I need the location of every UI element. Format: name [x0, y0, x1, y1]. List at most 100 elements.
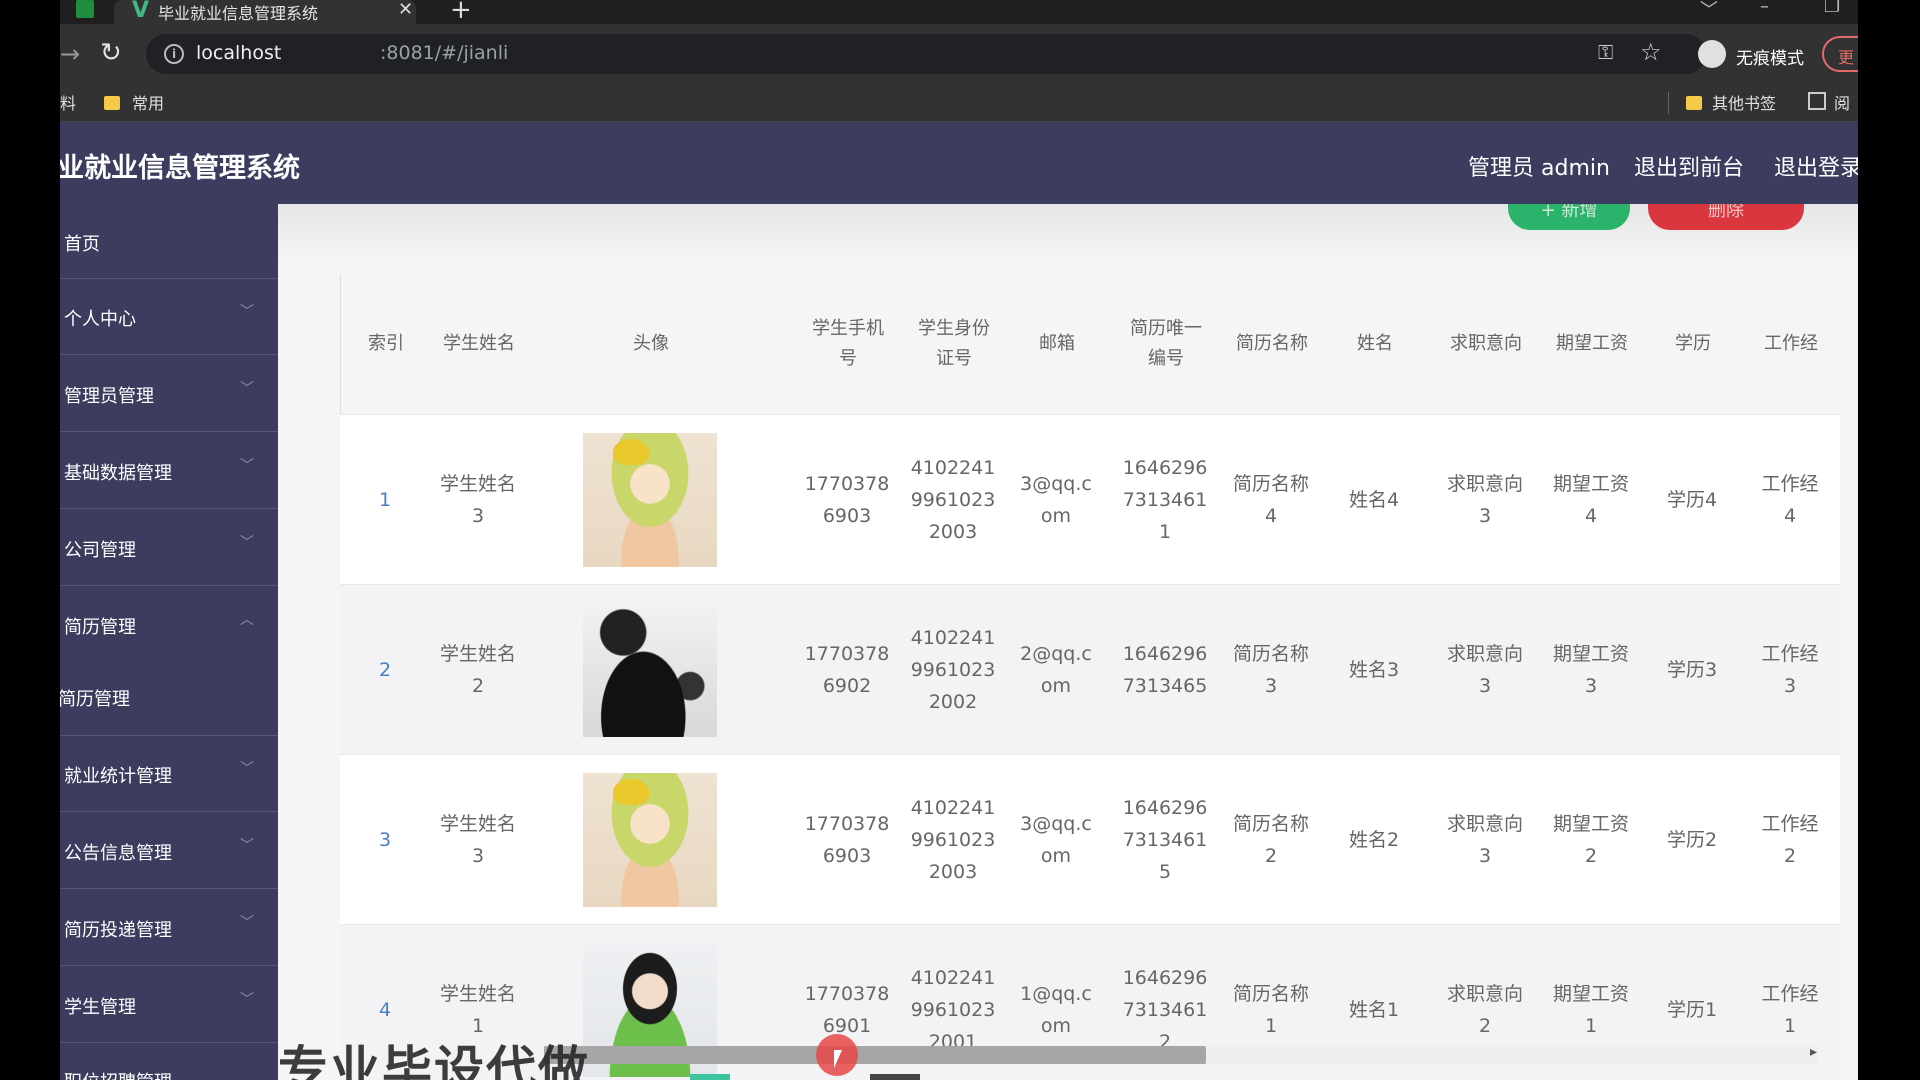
cell-name: 姓名2	[1348, 829, 1400, 851]
logout-link[interactable]: 退出登录	[1774, 150, 1858, 182]
column-header[interactable]: 学历	[1653, 274, 1733, 414]
bookmark-star-icon[interactable]: ☆	[1640, 38, 1662, 66]
close-tab-icon[interactable]: ✕	[398, 0, 413, 20]
avatar	[583, 773, 717, 907]
avatar	[583, 433, 717, 567]
cell-student-name: 学生姓名 2	[439, 643, 516, 697]
incognito-label: 无痕模式	[1736, 49, 1804, 69]
chevron-down-icon: ﹀	[240, 535, 254, 551]
incognito-icon[interactable]	[1698, 40, 1726, 68]
sidebar-item-profile[interactable]: 个人中心 ﹀	[60, 279, 278, 355]
scrollbar-thumb[interactable]	[544, 1046, 1206, 1064]
sidebar-item-label: 简历管理	[60, 689, 130, 710]
url-input[interactable]: i localhost :8081/#/jianli ⚿ ☆	[146, 34, 1706, 74]
column-header[interactable]: 头像	[611, 274, 691, 414]
cell-id-card: 4102241 9961023 2002	[910, 627, 996, 713]
column-header[interactable]: 邮箱	[1017, 274, 1097, 414]
cell-phone: 1770378 6902	[804, 643, 890, 697]
cell-avatar	[580, 415, 720, 585]
bookmark-other[interactable]: 其他书签	[1712, 90, 1776, 114]
column-header[interactable]: 学生姓名	[429, 274, 529, 414]
minimize-icon[interactable]: –	[1760, 0, 1769, 17]
sidebar-item-home[interactable]: 首页	[60, 204, 278, 279]
row-index[interactable]: 2	[360, 585, 410, 755]
chevron-down-icon: ﹀	[240, 992, 254, 1008]
add-button[interactable]: + 新增	[1508, 204, 1630, 230]
column-header[interactable]: 简历唯一 编号	[1121, 274, 1211, 414]
chevron-down-icon: ﹀	[240, 381, 254, 397]
tab-search-icon[interactable]: ﹀	[1700, 0, 1718, 22]
cell-student-name: 学生姓名 3	[439, 813, 516, 867]
cell-avatar	[580, 585, 720, 755]
sidebar-item-jobs[interactable]: 职位招聘管理	[60, 1044, 278, 1080]
column-header[interactable]: 求职意向	[1441, 274, 1531, 414]
avatar	[583, 603, 717, 737]
forward-icon[interactable]: →	[60, 40, 80, 68]
cell-salary: 期望工资 2	[1552, 813, 1629, 867]
sidebar-item-basic-data[interactable]: 基础数据管理 ﹀	[60, 433, 278, 509]
url-host: localhost	[196, 42, 282, 64]
key-icon[interactable]: ⚿	[1598, 40, 1613, 64]
table-row[interactable]: 1 学生姓名 3 1770378 6903 4102241 9961023 20…	[340, 414, 1840, 584]
sidebar-item-admin[interactable]: 管理员管理 ﹀	[60, 356, 278, 432]
sidebar-item-resume-delivery[interactable]: 简历投递管理 ﹀	[60, 890, 278, 966]
cell-resume-no: 1646296 7313465	[1122, 643, 1208, 697]
cell-experience: 工作经 3	[1761, 643, 1819, 697]
reload-icon[interactable]: ↻	[100, 38, 122, 68]
column-header[interactable]: 姓名	[1335, 274, 1415, 414]
sidebar-item-employment-stats[interactable]: 就业统计管理 ﹀	[60, 736, 278, 812]
column-header[interactable]: 学生身份 证号	[909, 274, 999, 414]
column-header[interactable]: 简历名称	[1227, 274, 1317, 414]
back-to-front-link[interactable]: 退出到前台	[1634, 150, 1744, 182]
sheets-icon[interactable]	[76, 0, 94, 18]
cell-education: 学历4	[1666, 489, 1718, 511]
reading-list-label[interactable]: 阅	[1834, 90, 1850, 114]
column-header[interactable]: 学生手机 号	[803, 274, 893, 414]
sidebar-subitem-resume[interactable]: 简历管理	[60, 663, 278, 736]
mouse-cursor-icon	[834, 1050, 842, 1068]
resume-table: 索引 学生姓名 头像 学生手机 号 学生身份 证号 邮箱 简历唯一 编号 简历名…	[340, 274, 1840, 1080]
browser-tab[interactable]: V 毕业就业信息管理系统 ✕	[114, 0, 416, 24]
restore-icon[interactable]: ❐	[1824, 0, 1840, 17]
cell-salary: 期望工资 3	[1552, 643, 1629, 697]
delete-button[interactable]: 删除	[1648, 204, 1804, 230]
sidebar-item-label: 基础数据管理	[64, 463, 172, 484]
sidebar-item-label: 管理员管理	[64, 386, 154, 407]
sidebar-item-resume[interactable]: 简历管理 ︿	[60, 587, 278, 663]
chevron-down-icon: ﹀	[240, 761, 254, 777]
bookmark-common[interactable]: 常用	[132, 90, 164, 114]
new-tab-icon[interactable]: +	[450, 0, 472, 25]
cell-email: 3@qq.c om	[1020, 473, 1092, 527]
cell-id-card: 4102241 9961023 2003	[910, 457, 996, 543]
bookmark-separator	[1668, 92, 1669, 114]
update-button[interactable]: 更	[1822, 36, 1858, 72]
sidebar-item-label: 首页	[64, 234, 100, 255]
sidebar-item-students[interactable]: 学生管理 ﹀	[60, 967, 278, 1043]
sidebar-item-notices[interactable]: 公告信息管理 ﹀	[60, 813, 278, 889]
cell-resume-no: 1646296 7313461 5	[1122, 797, 1208, 883]
column-header[interactable]: 期望工资	[1547, 274, 1637, 414]
row-index[interactable]: 3	[360, 755, 410, 925]
column-header[interactable]: 索引	[361, 274, 411, 414]
cell-experience: 工作经 2	[1761, 813, 1819, 867]
reading-list-icon[interactable]	[1808, 92, 1826, 110]
tab-title: 毕业就业信息管理系统	[158, 4, 319, 23]
cell-intent: 求职意向 3	[1446, 643, 1523, 697]
cell-education: 学历2	[1666, 829, 1718, 851]
cell-email: 3@qq.c om	[1020, 813, 1092, 867]
table-header: 索引 学生姓名 头像 学生手机 号 学生身份 证号 邮箱 简历唯一 编号 简历名…	[340, 274, 1840, 414]
row-index[interactable]: 1	[360, 415, 410, 585]
browser-window: V 毕业就业信息管理系统 ✕ + ﹀ – ❐ → ↻ i localhost :…	[60, 0, 1858, 1080]
table-row[interactable]: 2 学生姓名 2 1770378 6902 4102241 9961023 20…	[340, 584, 1840, 754]
chevron-down-icon: ﹀	[240, 458, 254, 474]
table-row[interactable]: 3 学生姓名 3 1770378 6903 4102241 9961023 20…	[340, 754, 1840, 924]
cell-avatar	[580, 755, 720, 925]
sidebar-item-label: 公告信息管理	[64, 843, 172, 864]
scroll-right-icon[interactable]: ▸	[1810, 1044, 1817, 1060]
horizontal-scrollbar[interactable]	[544, 1046, 1818, 1064]
cell-salary: 期望工资 4	[1552, 473, 1629, 527]
sidebar-item-company[interactable]: 公司管理 ﹀	[60, 510, 278, 586]
info-icon[interactable]: i	[164, 44, 184, 64]
bookmark-partial[interactable]: 料	[60, 90, 76, 114]
column-header[interactable]: 工作经	[1751, 274, 1831, 414]
